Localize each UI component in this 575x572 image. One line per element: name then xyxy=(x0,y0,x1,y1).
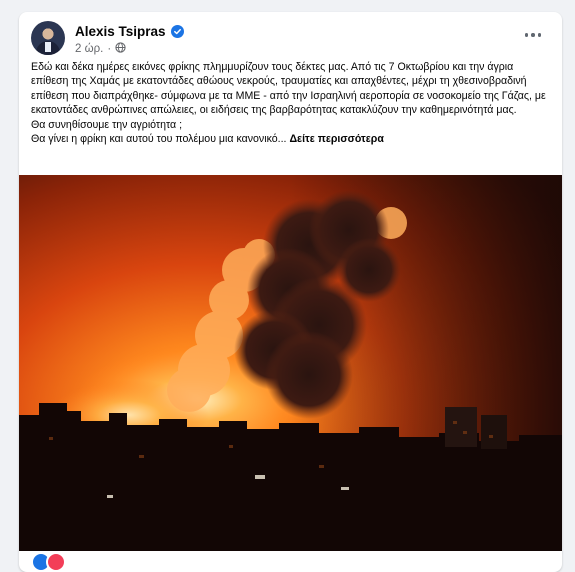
post-paragraph: Εδώ και δέκα ημέρες εικόνες φρίκης πλημμ… xyxy=(31,61,546,117)
love-icon xyxy=(46,552,66,572)
post-paragraph: Θα συνηθίσουμε την αγριότητα ; xyxy=(31,118,183,131)
see-more-link[interactable]: Δείτε περισσότερα xyxy=(289,133,383,145)
reactions-summary[interactable] xyxy=(31,552,66,572)
meta-separator: · xyxy=(107,43,112,55)
author-avatar[interactable] xyxy=(31,21,65,55)
post-time[interactable]: 2 ώρ. xyxy=(75,43,103,55)
post-photo[interactable] xyxy=(19,175,562,551)
post-paragraph-last: Θα γίνει η φρίκη και αυτού του πολέμου μ… xyxy=(31,132,551,146)
author-name[interactable]: Alexis Tsipras xyxy=(75,24,166,39)
globe-icon[interactable] xyxy=(115,42,126,56)
verified-badge-icon xyxy=(170,24,184,38)
more-options-icon[interactable] xyxy=(520,25,546,45)
post-last-line: Θα γίνει η φρίκη και αυτού του πολέμου μ… xyxy=(31,133,287,146)
author-row: Alexis Tsipras xyxy=(75,22,184,40)
avatar-shirt xyxy=(45,42,51,52)
explosion-image xyxy=(19,175,562,551)
post-header: Alexis Tsipras 2 ώρ. · xyxy=(31,21,550,61)
post-text: Εδώ και δέκα ημέρες εικόνες φρίκης πλημμ… xyxy=(31,60,551,146)
post-meta: 2 ώρ. · xyxy=(75,42,126,56)
post-card: Alexis Tsipras 2 ώρ. · Εδώ και δέκα ημέρ… xyxy=(19,12,562,572)
